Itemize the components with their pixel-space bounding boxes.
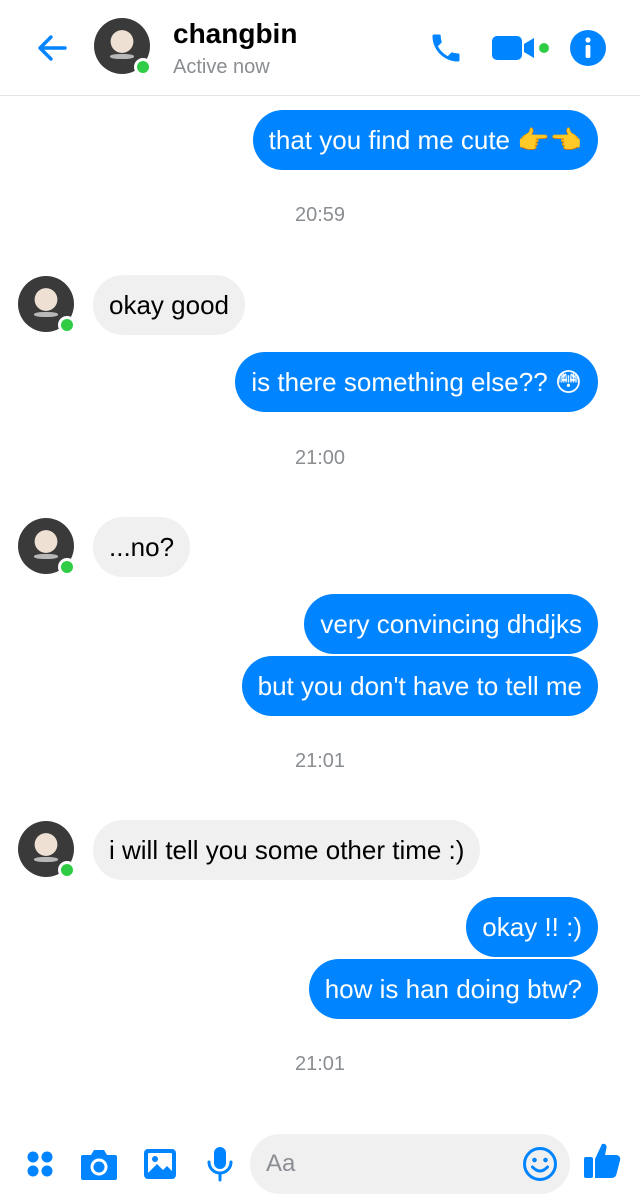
message-incoming[interactable]: okay good [93, 275, 245, 335]
camera-icon [81, 1150, 117, 1180]
message-input[interactable]: Aa [250, 1134, 570, 1194]
message-incoming[interactable]: i will tell you some other time :) [93, 820, 481, 880]
online-indicator [58, 861, 76, 879]
back-button[interactable] [32, 28, 72, 68]
chat-header: changbin Active now [0, 0, 640, 96]
info-button[interactable] [568, 28, 608, 68]
message-outgoing[interactable]: that you find me cute 👉👈 [252, 110, 598, 170]
contact-avatar[interactable] [94, 18, 152, 76]
sender-avatar[interactable] [18, 518, 76, 576]
message-outgoing[interactable]: how is han doing btw? [308, 959, 598, 1019]
message-outgoing[interactable]: very convincing dhdjks [304, 594, 598, 654]
apps-button[interactable] [20, 1144, 60, 1184]
contact-name[interactable]: changbin [173, 18, 297, 50]
sender-avatar[interactable] [18, 821, 76, 879]
video-camera-icon [492, 36, 549, 60]
arrow-left-icon [38, 35, 67, 61]
phone-icon [432, 34, 460, 62]
online-indicator [58, 316, 76, 334]
timestamp: 21:01 [294, 1053, 346, 1075]
voice-call-button[interactable] [424, 28, 468, 68]
online-indicator [134, 58, 152, 76]
message-outgoing[interactable]: okay !! :) [466, 897, 598, 957]
message-outgoing[interactable]: is there something else?? 😳 [235, 352, 598, 412]
sender-avatar[interactable] [18, 276, 76, 334]
timestamp: 21:00 [294, 447, 346, 469]
voice-message-button[interactable] [200, 1144, 240, 1184]
apps-icon [27, 1151, 53, 1177]
like-button[interactable] [580, 1140, 624, 1180]
thumbs-up-icon [584, 1143, 621, 1178]
gallery-button[interactable] [140, 1144, 180, 1184]
smiley-icon[interactable] [522, 1146, 558, 1182]
timestamp: 21:01 [294, 750, 346, 772]
camera-button[interactable] [78, 1144, 120, 1184]
video-call-button[interactable] [488, 28, 554, 68]
timestamp: 20:59 [294, 204, 346, 226]
image-icon [144, 1149, 176, 1179]
message-input-placeholder: Aa [266, 1150, 296, 1177]
info-icon [570, 30, 606, 66]
contact-status: Active now [173, 56, 270, 78]
online-indicator [58, 558, 76, 576]
message-outgoing[interactable]: but you don't have to tell me [241, 656, 598, 716]
message-incoming[interactable]: ...no? [93, 517, 191, 577]
microphone-icon [207, 1147, 233, 1182]
